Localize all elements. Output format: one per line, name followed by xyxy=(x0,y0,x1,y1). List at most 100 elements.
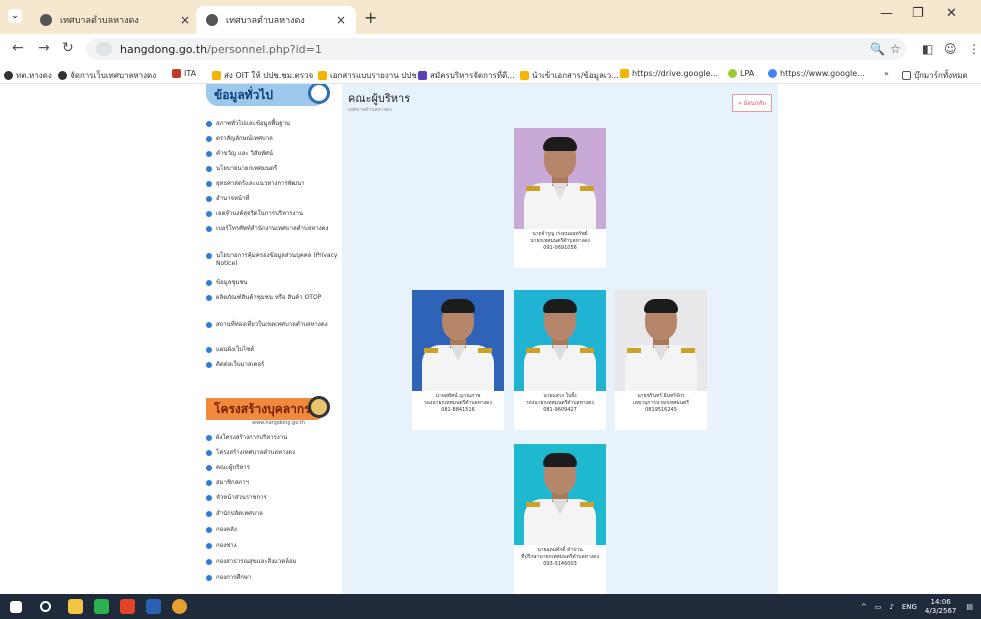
bullet-icon xyxy=(206,559,212,565)
sidebar-link[interactable]: ผลิตภัณฑ์สินค้าชุมชน หรือ สินค้า OTOP xyxy=(206,294,340,302)
sidebar-link[interactable]: กองสาธารณสุขและสิ่งแวดล้อม xyxy=(206,558,340,566)
start-windows-icon[interactable] xyxy=(10,601,22,613)
executive-position: ที่ปรึกษานายกเทศมนตรีตำบลหางดง xyxy=(521,554,599,560)
back-arrow-icon[interactable]: ← xyxy=(12,40,24,56)
address-bar[interactable]: hangdong.go.th/personnel.php?id=1 xyxy=(86,38,906,60)
sidebar-link[interactable]: กองช่าง xyxy=(206,542,340,550)
minimize-button[interactable]: — xyxy=(880,6,893,21)
sidebar-link[interactable]: คณะผู้บริหาร xyxy=(206,464,340,472)
sidebar-link-label: แผนผังเว็บไซต์ xyxy=(216,346,255,353)
tab-search-button[interactable]: ⌄ xyxy=(8,9,22,23)
sidebar-link-label: สำนักปลัดเทศบาล xyxy=(216,510,263,517)
search-icon[interactable] xyxy=(40,601,51,612)
sidebar-link[interactable]: ยุทธศาสตร์และแนวทางการพัฒนา xyxy=(206,180,340,188)
sidebar-link[interactable]: กองการศึกษา xyxy=(206,574,340,582)
executive-photo xyxy=(514,444,606,545)
sidebar-link[interactable]: กองคลัง xyxy=(206,526,340,534)
sidebar-link-label: โครงสร้างเทศบาลตำบลหางดง xyxy=(216,449,296,456)
clock[interactable]: 14:06 4/3/2567 xyxy=(925,598,956,616)
sidebar-link-label: นโยบายนายกเทศมนตรี xyxy=(216,165,278,172)
personnel-badge-icon xyxy=(308,396,330,418)
tab-title: เทศบาลตำบลหางดง xyxy=(226,16,305,26)
bullet-icon xyxy=(206,362,212,368)
sidebar-link[interactable]: อำนาจหน้าที่ xyxy=(206,195,340,203)
sidebar-link[interactable]: ผังโครงสร้างการบริหารงาน xyxy=(206,434,340,442)
sidebar-link[interactable]: สภาพทั่วไปและข้อมูลพื้นฐาน xyxy=(206,120,340,128)
bookmark-item[interactable]: https://www.google... xyxy=(768,69,865,78)
chrome-icon[interactable] xyxy=(172,599,187,614)
bookmark-item[interactable]: https://drive.google... xyxy=(620,69,718,78)
maximize-button[interactable]: ❐ xyxy=(912,6,924,21)
new-tab-button[interactable]: + xyxy=(364,8,377,27)
close-window-button[interactable]: ✕ xyxy=(946,6,957,21)
sidebar-link-label: สถานที่ท่องเที่ยวในเขตเทศบาลตำบลหางดง xyxy=(216,321,328,328)
bookmark-item[interactable]: LPA xyxy=(728,69,754,78)
word-icon[interactable] xyxy=(146,599,161,614)
close-tab-icon[interactable]: × xyxy=(180,13,190,27)
bookmark-item[interactable]: ทต.หางดง xyxy=(4,69,52,82)
file-explorer-icon[interactable] xyxy=(68,599,83,614)
more-bookmarks-icon[interactable]: » xyxy=(884,69,889,78)
sidebar-link[interactable]: สมาชิกสภาฯ xyxy=(206,479,340,487)
sidebar-link[interactable]: ตราสัญลักษณ์เทศบาล xyxy=(206,135,340,143)
executive-card: นายอุดมศักดิ์ คำปวน ที่ปรึกษานายกเทศมนตรี… xyxy=(514,444,606,594)
line-app-icon[interactable] xyxy=(94,599,109,614)
reload-icon[interactable]: ↻ xyxy=(62,40,74,56)
volume-icon[interactable]: ♪ xyxy=(889,603,893,611)
executive-phone: 081-9609427 xyxy=(543,407,577,413)
executive-name: นายสุทัศน์ ญาณภาพ xyxy=(435,393,481,399)
back-button[interactable]: « ย้อนกลับ xyxy=(732,94,772,112)
side-panel-icon[interactable]: ◧ xyxy=(922,42,933,56)
executive-phone: 091-0691056 xyxy=(543,245,577,251)
bookmark-item[interactable]: จัดการเว็บเทศบาลหางดง xyxy=(58,69,156,82)
sidebar-link[interactable]: หัวหน้าส่วนราชการ xyxy=(206,494,340,502)
sidebar-link[interactable]: ติดต่อเว็บมาสเตอร์ xyxy=(206,361,340,369)
sidebar-link[interactable]: นโยบายการคุ้มครองข้อมูลส่วนบุคคล (Privac… xyxy=(206,252,340,268)
sidebar-link[interactable]: สถานที่ท่องเที่ยวในเขตเทศบาลตำบลหางดง xyxy=(206,321,340,329)
acrobat-icon[interactable] xyxy=(120,599,135,614)
sidebar-link-label: กองสาธารณสุขและสิ่งแวดล้อม xyxy=(216,558,297,565)
sidebar-link[interactable]: โครงสร้างเทศบาลตำบลหางดง xyxy=(206,449,340,457)
forward-arrow-icon[interactable]: → xyxy=(38,40,50,56)
sidebar-link[interactable]: แผนผังเว็บไซต์ xyxy=(206,346,340,354)
sidebar-link-label: เบอร์โทรศัพท์สำนักงานเทศบาลตำบลหางดง xyxy=(216,225,329,232)
bullet-icon xyxy=(206,253,212,259)
profile-avatar-icon[interactable]: ☺ xyxy=(944,42,957,56)
browser-tab-1[interactable]: เทศบาลตำบลหางดง × xyxy=(30,6,200,34)
sidebar-link[interactable]: ข้อมูลชุมชน xyxy=(206,279,340,287)
language-indicator[interactable]: ENG xyxy=(902,603,917,611)
menu-icon[interactable]: ⋮ xyxy=(968,42,980,56)
bookmark-star-icon[interactable]: ☆ xyxy=(890,42,901,56)
bookmark-item[interactable]: เอกสารแบบรายงาน ปปช... xyxy=(318,69,424,82)
tray-chevron-icon[interactable]: ^ xyxy=(861,603,867,611)
bookmarks-folder[interactable]: บุ๊กมาร์กทั้งหมด xyxy=(902,69,968,82)
sidebar-link-label: กองคลัง xyxy=(216,526,237,533)
bookmark-item[interactable]: ส่ง OIT ให้ ปปช.ชม.ตรวจ xyxy=(212,69,313,82)
executive-phone: 081-8841516 xyxy=(441,407,475,413)
bookmark-item[interactable]: ITA xyxy=(172,69,196,78)
zoom-icon[interactable]: 🔍 xyxy=(870,42,885,56)
taskbar: ^ ▭ ♪ ENG 14:06 4/3/2567 ▤ xyxy=(0,594,981,619)
network-icon[interactable]: ▭ xyxy=(875,603,882,611)
sidebar-link[interactable]: คำขวัญ และ วิสัยทัศน์ xyxy=(206,150,340,158)
sidebar-link[interactable]: เบอร์โทรศัพท์สำนักงานเทศบาลตำบลหางดง xyxy=(206,225,340,233)
sidebar-link[interactable]: เจตจำนงค์สุจริตในการบริหารงาน xyxy=(206,210,340,218)
sidebar-link-label: อำนาจหน้าที่ xyxy=(216,195,250,202)
bookmark-item[interactable]: สมัครบริหารจัดการที่ดี... xyxy=(418,69,515,82)
browser-tab-2[interactable]: เทศบาลตำบลหางดง × xyxy=(196,6,356,34)
executive-phone: 0819516245 xyxy=(645,407,677,413)
sidebar-link[interactable]: นโยบายนายกเทศมนตรี xyxy=(206,165,340,173)
bookmark-item[interactable]: นำเข้าเอกสาร/ข้อมูลเว... xyxy=(520,69,619,82)
site-info-icon[interactable] xyxy=(96,42,112,56)
notifications-icon[interactable]: ▤ xyxy=(966,603,973,611)
sidebar-link[interactable]: สำนักปลัดเทศบาล xyxy=(206,510,340,518)
executive-position: เลขานุการนายกเทศมนตรี xyxy=(633,400,689,406)
executive-info: นายแสวง ใบยั้ง รองนายกเทศมนตรีตำบลหางดง 08… xyxy=(514,393,606,414)
bullet-icon xyxy=(206,527,212,533)
page-viewport: ข้อมูลทั่วไป สภาพทั่วไปและข้อมูลพื้นฐานต… xyxy=(0,84,981,594)
clock-time: 14:06 xyxy=(930,597,951,606)
close-tab-icon[interactable]: × xyxy=(336,13,346,27)
system-tray: ^ ▭ ♪ ENG 14:06 4/3/2567 ▤ xyxy=(861,594,973,619)
tab-strip: ⌄ เทศบาลตำบลหางดง × เทศบาลตำบลหางดง × + … xyxy=(0,0,981,34)
page-title: คณะผู้บริหาร xyxy=(348,92,411,105)
